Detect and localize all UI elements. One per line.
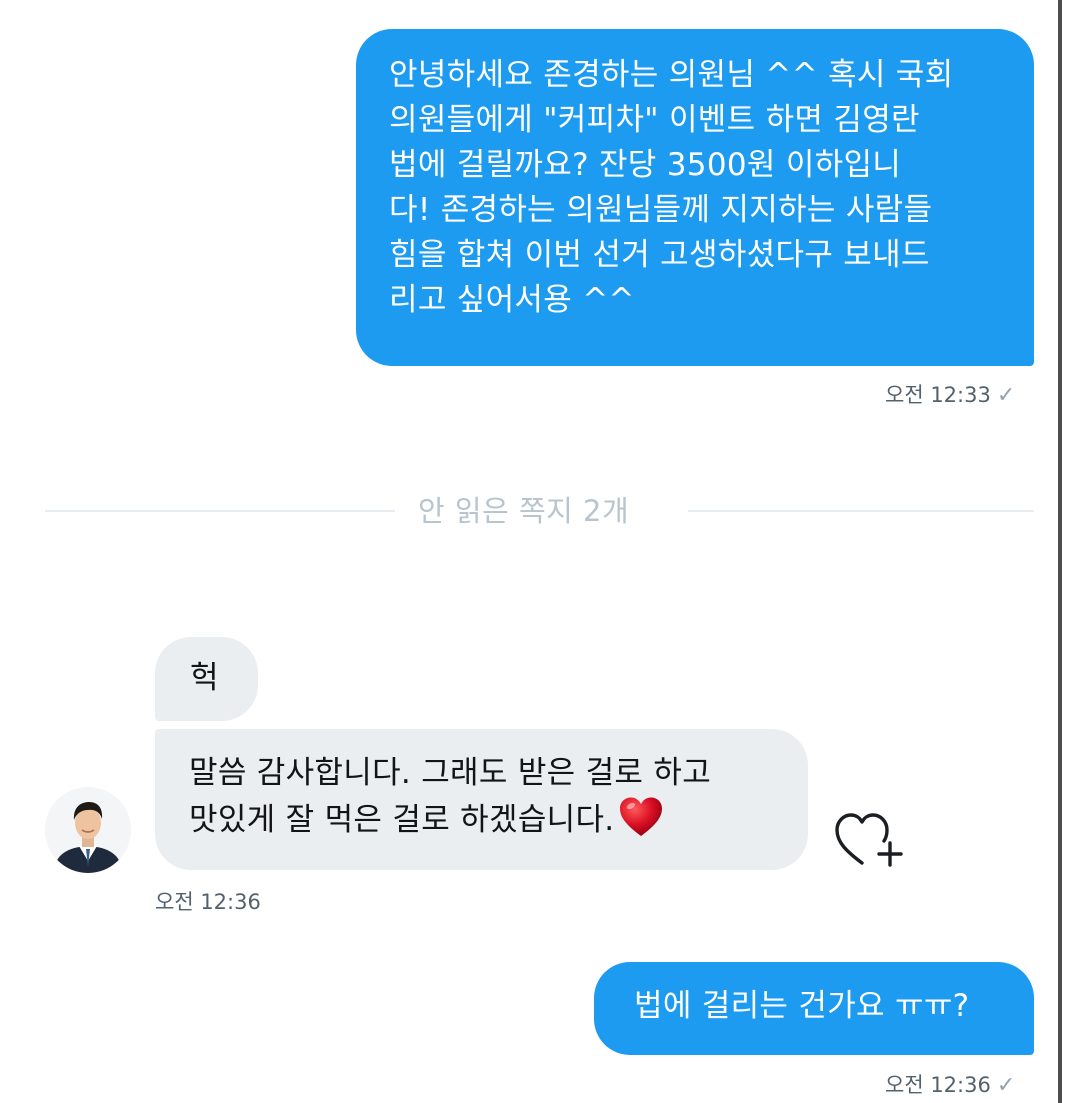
unread-divider-label: 안 읽은 쪽지 2개: [418, 494, 630, 528]
scrollbar-edge: [1058, 0, 1062, 1103]
heart-plus-icon: [835, 813, 903, 867]
divider-line: [45, 510, 395, 512]
red-heart-emoji: [620, 797, 663, 836]
message-timestamp: 오전 12:33: [885, 383, 991, 407]
outgoing-message-bubble[interactable]: 법에 걸리는 건가요 ㅠㅠ?: [594, 962, 1034, 1055]
incoming-message-bubble[interactable]: 말씀 감사합니다. 그래도 받은 걸로 하고 맛있게 잘 먹은 걸로 하겠습니다…: [155, 729, 808, 870]
message-meta: 오전 12:36 ✓: [885, 1069, 1015, 1099]
incoming-message-bubble[interactable]: 헉: [155, 637, 258, 721]
outgoing-message-bubble[interactable]: 안녕하세요 존경하는 의원님 ^^ 혹시 국회 의원들에게 "커피차" 이벤트 …: [356, 29, 1034, 366]
message-meta: 오전 12:36: [155, 886, 261, 916]
message-timestamp: 오전 12:36: [155, 890, 261, 914]
check-icon: ✓: [996, 383, 1016, 408]
message-text: 법에 걸리는 건가요 ㅠㅠ?: [634, 988, 970, 1024]
react-button[interactable]: [832, 805, 908, 871]
message-text: 헉: [190, 660, 219, 696]
check-icon: ✓: [996, 1073, 1016, 1098]
message-text: 안녕하세요 존경하는 의원님 ^^ 혹시 국회 의원들에게 "커피차" 이벤트 …: [389, 57, 954, 318]
avatar[interactable]: [45, 787, 131, 873]
profile-photo: [45, 787, 131, 873]
message-meta: 오전 12:33 ✓: [885, 379, 1015, 409]
dm-conversation: 안녕하세요 존경하는 의원님 ^^ 혹시 국회 의원들에게 "커피차" 이벤트 …: [0, 0, 1080, 1103]
divider-line: [688, 510, 1034, 512]
message-timestamp: 오전 12:36: [885, 1073, 991, 1097]
